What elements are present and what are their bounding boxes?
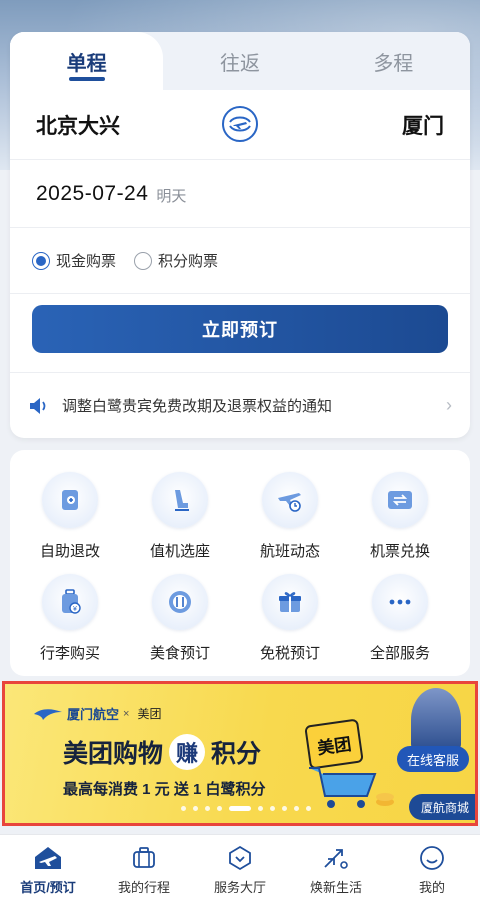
carousel-dot[interactable] <box>258 806 263 811</box>
service-item-flight-status[interactable]: 航班动态 <box>240 472 340 572</box>
carousel-dot[interactable] <box>217 806 222 811</box>
notice-text: 调整白鹭贵宾免费改期及退票权益的通知 <box>62 398 333 415</box>
meal-icon <box>152 574 208 630</box>
promo-title-right: 积分 <box>211 740 262 768</box>
tab-round-trip[interactable]: 往返 <box>163 32 316 90</box>
nav-lifestyle[interactable]: 焕新生活 <box>288 835 384 905</box>
brand-meituan: 美团 <box>137 707 162 721</box>
service-item-luggage[interactable]: ¥ 行李购买 <box>20 574 120 674</box>
carousel-dot[interactable] <box>294 806 299 811</box>
radio-selected-icon <box>32 251 50 270</box>
pay-points-option[interactable]: 积分购票 <box>134 250 218 271</box>
chevron-right-icon: › <box>446 395 452 415</box>
promo-title: 美团购物 赚 积分 <box>63 734 261 770</box>
service-item-all[interactable]: 全部服务 <box>350 574 450 674</box>
service-hall-icon <box>225 843 255 873</box>
book-now-button[interactable]: 立即预订 <box>32 305 448 353</box>
flight-status-icon <box>262 472 318 528</box>
service-label: 免税预订 <box>259 645 320 662</box>
carousel-dot[interactable] <box>270 806 275 811</box>
service-item-seat[interactable]: 值机选座 <box>130 472 230 572</box>
nav-my-trips[interactable]: 我的行程 <box>96 835 192 905</box>
carousel-indicator <box>181 806 318 811</box>
pay-cash-label: 现金购票 <box>56 253 117 270</box>
nav-label: 我的行程 <box>117 880 170 895</box>
carousel-dot[interactable] <box>306 806 311 811</box>
nav-profile[interactable]: 我的 <box>384 835 480 905</box>
nav-label: 焕新生活 <box>309 880 362 895</box>
plane-swap-icon <box>229 116 251 132</box>
service-item-ticket-exchange[interactable]: 机票兑换 <box>350 472 450 572</box>
banner-brand-row: 厦门航空 × 美团 <box>33 704 161 723</box>
brand-xiamen-airlines: 厦门航空 <box>67 707 120 722</box>
service-label: 值机选座 <box>149 543 210 560</box>
promo-banner[interactable]: 厦门航空 × 美团 美团购物 赚 积分 最高每消费 1 元 送 1 白鹭积分 美… <box>2 681 478 826</box>
payment-type-row: 现金购票 积分购票 <box>10 228 470 294</box>
nav-label: 我的 <box>418 880 445 895</box>
notice-row[interactable]: 调整白鹭贵宾免费改期及退票权益的通知 › <box>10 372 470 438</box>
nav-label: 服务大厅 <box>213 880 266 895</box>
lifestyle-icon <box>321 843 351 873</box>
more-icon <box>372 574 428 630</box>
nav-service-hall[interactable]: 服务大厅 <box>192 835 288 905</box>
nav-label: 首页/预订 <box>20 880 76 895</box>
departure-date[interactable]: 2025-07-24 <box>36 182 148 206</box>
service-label: 全部服务 <box>369 645 430 662</box>
home-plane-icon <box>33 843 63 873</box>
carousel-dot[interactable] <box>229 806 251 811</box>
service-label: 机票兑换 <box>369 543 430 560</box>
bottom-nav: 首页/预订 我的行程 服务大厅 焕新生活 我的 <box>0 834 480 905</box>
promo-title-left: 美团购物 <box>63 740 164 768</box>
carousel-dot[interactable] <box>193 806 198 811</box>
radio-unselected-icon <box>134 251 153 270</box>
carousel-dot[interactable] <box>205 806 210 811</box>
suitcase-icon <box>129 843 159 873</box>
luggage-icon: ¥ <box>42 574 98 630</box>
brand-separator: × <box>123 707 130 720</box>
service-label: 航班动态 <box>259 543 320 560</box>
destination-city[interactable]: 厦门 <box>402 110 444 140</box>
service-label: 美食预订 <box>149 645 210 662</box>
seat-icon <box>152 472 208 528</box>
carousel-dot[interactable] <box>282 806 287 811</box>
origin-city[interactable]: 北京大兴 <box>36 110 120 140</box>
services-grid: 自助退改 值机选座 航班动态 机票兑换 ¥ 行李购买 美食预订 免税预订 全部服… <box>10 450 470 676</box>
date-row[interactable]: 2025-07-24 明天 <box>10 160 470 228</box>
service-agent-avatar <box>411 688 461 752</box>
svg-text:¥: ¥ <box>73 606 77 613</box>
gift-icon <box>262 574 318 630</box>
ticket-exchange-icon <box>372 472 428 528</box>
tab-one-way[interactable]: 单程 <box>10 32 164 90</box>
egret-logo-icon <box>34 708 62 720</box>
trip-type-tabs: 单程 往返 多程 <box>10 32 470 90</box>
swap-route-button[interactable] <box>222 106 258 142</box>
shopping-cart-icon <box>309 767 394 808</box>
promo-subtitle: 最高每消费 1 元 送 1 白鹭积分 <box>63 781 266 798</box>
pay-points-label: 积分购票 <box>158 253 219 270</box>
service-item-duty-free[interactable]: 免税预订 <box>240 574 340 674</box>
service-item-meal[interactable]: 美食预订 <box>130 574 230 674</box>
profile-icon <box>417 843 447 873</box>
service-item-refund[interactable]: 自助退改 <box>20 472 120 572</box>
tab-multi-city[interactable]: 多程 <box>317 32 470 90</box>
refund-icon <box>42 472 98 528</box>
speaker-icon <box>30 397 46 414</box>
mall-button[interactable]: 厦航商城 <box>408 794 475 820</box>
booking-card: 单程 往返 多程 北京大兴 厦门 2025-07-24 明天 现金购票 积分购票… <box>10 32 470 438</box>
pay-cash-option[interactable]: 现金购票 <box>32 250 116 271</box>
date-relative-label: 明天 <box>156 187 187 205</box>
promo-earn-badge: 赚 <box>169 734 206 770</box>
service-label: 行李购买 <box>39 645 100 662</box>
carousel-dot[interactable] <box>181 806 186 811</box>
online-service-button[interactable]: 在线客服 <box>396 746 469 772</box>
nav-home[interactable]: 首页/预订 <box>0 835 96 905</box>
service-label: 自助退改 <box>39 543 100 560</box>
